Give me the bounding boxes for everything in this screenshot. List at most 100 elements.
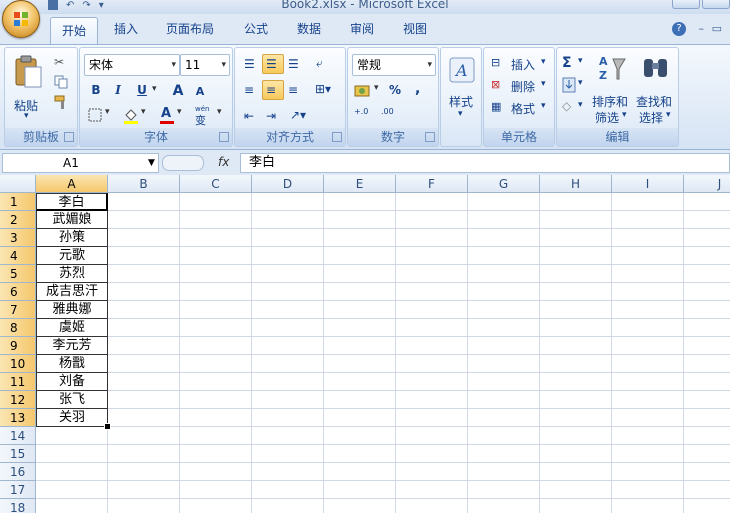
bold-button[interactable]: B: [86, 82, 106, 102]
decrease-decimal-button[interactable]: .00: [380, 106, 406, 126]
row-header-6[interactable]: 6: [0, 283, 36, 301]
paste-button[interactable]: 粘贴 ▾: [9, 52, 49, 126]
row-header-14[interactable]: 14: [0, 427, 36, 445]
align-bottom-button[interactable]: ☰: [284, 54, 306, 74]
styles-button[interactable]: A 样式 ▾: [445, 54, 479, 126]
find-select-button[interactable]: 查找和 选择 ▾: [635, 52, 677, 126]
column-header-i[interactable]: I: [612, 175, 684, 193]
ribbon-restore-icon[interactable]: ▭: [712, 22, 722, 35]
orientation-button[interactable]: ↗▾: [286, 106, 318, 126]
row-header-15[interactable]: 15: [0, 445, 36, 463]
row-header-10[interactable]: 10: [0, 355, 36, 373]
align-middle-button[interactable]: ☰: [262, 54, 284, 74]
row-header-18[interactable]: 18: [0, 499, 36, 513]
row-header-3[interactable]: 3: [0, 229, 36, 247]
column-header-a[interactable]: A: [36, 175, 108, 193]
row-header-4[interactable]: 4: [0, 247, 36, 265]
dialog-launcher-icon[interactable]: [219, 132, 229, 142]
align-left-button[interactable]: ≡: [240, 80, 262, 100]
maximize-button[interactable]: [702, 0, 730, 9]
cell-a7[interactable]: 雅典娜: [36, 301, 108, 319]
increase-decimal-button[interactable]: +.0: [353, 106, 379, 126]
row-header-8[interactable]: 8: [0, 319, 36, 337]
fill-color-button[interactable]: ▾: [122, 106, 154, 126]
select-all-corner[interactable]: [0, 175, 36, 193]
fill-handle[interactable]: [104, 423, 111, 430]
worksheet-grid[interactable]: ABCDEFGHIJ 1 2 3 4 5 6 7 8 9 10 11 12 13 14 15 16 17 18 李…: [0, 175, 730, 513]
cell-a8[interactable]: 虞姬: [36, 319, 108, 337]
tab-insert[interactable]: 插入: [114, 20, 138, 37]
merge-center-button[interactable]: ⊞▾: [312, 80, 342, 100]
wrap-text-button[interactable]: ⤶: [312, 54, 336, 74]
formula-input[interactable]: 李白: [240, 153, 730, 173]
cell-a6[interactable]: 成吉思汗: [36, 283, 108, 301]
align-center-button[interactable]: ≡: [262, 80, 284, 100]
cell-a10[interactable]: 杨戬: [36, 355, 108, 373]
ribbon-minimize-icon[interactable]: –: [699, 22, 705, 35]
accounting-format-button[interactable]: ▾: [353, 82, 385, 102]
minimize-button[interactable]: [672, 0, 700, 9]
row-header-13[interactable]: 13: [0, 409, 36, 427]
column-header-d[interactable]: D: [252, 175, 324, 193]
dialog-launcher-icon[interactable]: [332, 132, 342, 142]
column-header-h[interactable]: H: [540, 175, 612, 193]
cell-a1[interactable]: 李白: [36, 193, 108, 211]
tab-page-layout[interactable]: 页面布局: [166, 20, 214, 37]
underline-dropdown-icon[interactable]: ▾: [152, 84, 157, 94]
cut-button[interactable]: ✂: [53, 54, 71, 70]
row-header-1[interactable]: 1: [0, 193, 36, 211]
delete-cells-button[interactable]: ⊠ 删除 ▾: [488, 76, 552, 96]
column-header-f[interactable]: F: [396, 175, 468, 193]
office-button[interactable]: [2, 0, 40, 38]
number-format-select[interactable]: 常规: [352, 54, 436, 76]
grow-font-button[interactable]: A: [168, 82, 188, 102]
percent-button[interactable]: %: [388, 82, 406, 102]
font-color-button[interactable]: A ▾: [158, 106, 190, 126]
cell-a2[interactable]: 武媚娘: [36, 211, 108, 229]
formula-bar-splitter[interactable]: [162, 155, 204, 171]
align-right-button[interactable]: ≡: [284, 80, 306, 100]
tab-view[interactable]: 视图: [403, 20, 427, 37]
comma-button[interactable]: ,: [414, 80, 428, 100]
column-header-j[interactable]: J: [684, 175, 730, 193]
row-header-5[interactable]: 5: [0, 265, 36, 283]
format-cells-button[interactable]: ▦ 格式 ▾: [488, 98, 552, 118]
sort-filter-button[interactable]: A Z 排序和 筛选 ▾: [591, 52, 633, 126]
cell-a12[interactable]: 张飞: [36, 391, 108, 409]
tab-data[interactable]: 数据: [297, 20, 321, 37]
tab-review[interactable]: 审阅: [350, 20, 374, 37]
dialog-launcher-icon[interactable]: [425, 132, 435, 142]
help-icon[interactable]: ?: [672, 22, 686, 36]
row-header-9[interactable]: 9: [0, 337, 36, 355]
font-name-select[interactable]: 宋体: [84, 54, 180, 76]
fill-button[interactable]: ▾: [561, 76, 589, 96]
tab-home[interactable]: 开始: [50, 17, 99, 44]
border-button[interactable]: ▾: [86, 106, 118, 126]
font-size-select[interactable]: 11: [180, 54, 230, 76]
decrease-indent-button[interactable]: ⇤: [240, 106, 262, 126]
cell-a5[interactable]: 苏烈: [36, 265, 108, 283]
column-header-e[interactable]: E: [324, 175, 396, 193]
insert-cells-button[interactable]: ⊟ 插入 ▾: [488, 54, 552, 74]
cell-a13[interactable]: 关羽: [36, 409, 108, 427]
dialog-launcher-icon[interactable]: [64, 132, 74, 142]
cell-a3[interactable]: 孙策: [36, 229, 108, 247]
align-top-button[interactable]: ☰: [240, 54, 262, 74]
cell-a9[interactable]: 李元芳: [36, 337, 108, 355]
clear-button[interactable]: ◇ ▾: [561, 98, 589, 118]
cell-a11[interactable]: 刘备: [36, 373, 108, 391]
row-header-16[interactable]: 16: [0, 463, 36, 481]
autosum-button[interactable]: Σ ▾: [561, 54, 589, 74]
column-header-c[interactable]: C: [180, 175, 252, 193]
column-header-g[interactable]: G: [468, 175, 540, 193]
phonetic-button[interactable]: wén 变 ▾: [194, 105, 228, 127]
row-header-11[interactable]: 11: [0, 373, 36, 391]
insert-function-button[interactable]: fx: [218, 155, 229, 169]
row-header-17[interactable]: 17: [0, 481, 36, 499]
copy-button[interactable]: [53, 74, 71, 90]
row-header-7[interactable]: 7: [0, 301, 36, 319]
name-box-dropdown-icon[interactable]: ▼: [148, 154, 155, 172]
underline-button[interactable]: U: [132, 82, 152, 102]
format-painter-button[interactable]: [53, 94, 71, 110]
cell-a4[interactable]: 元歌: [36, 247, 108, 265]
